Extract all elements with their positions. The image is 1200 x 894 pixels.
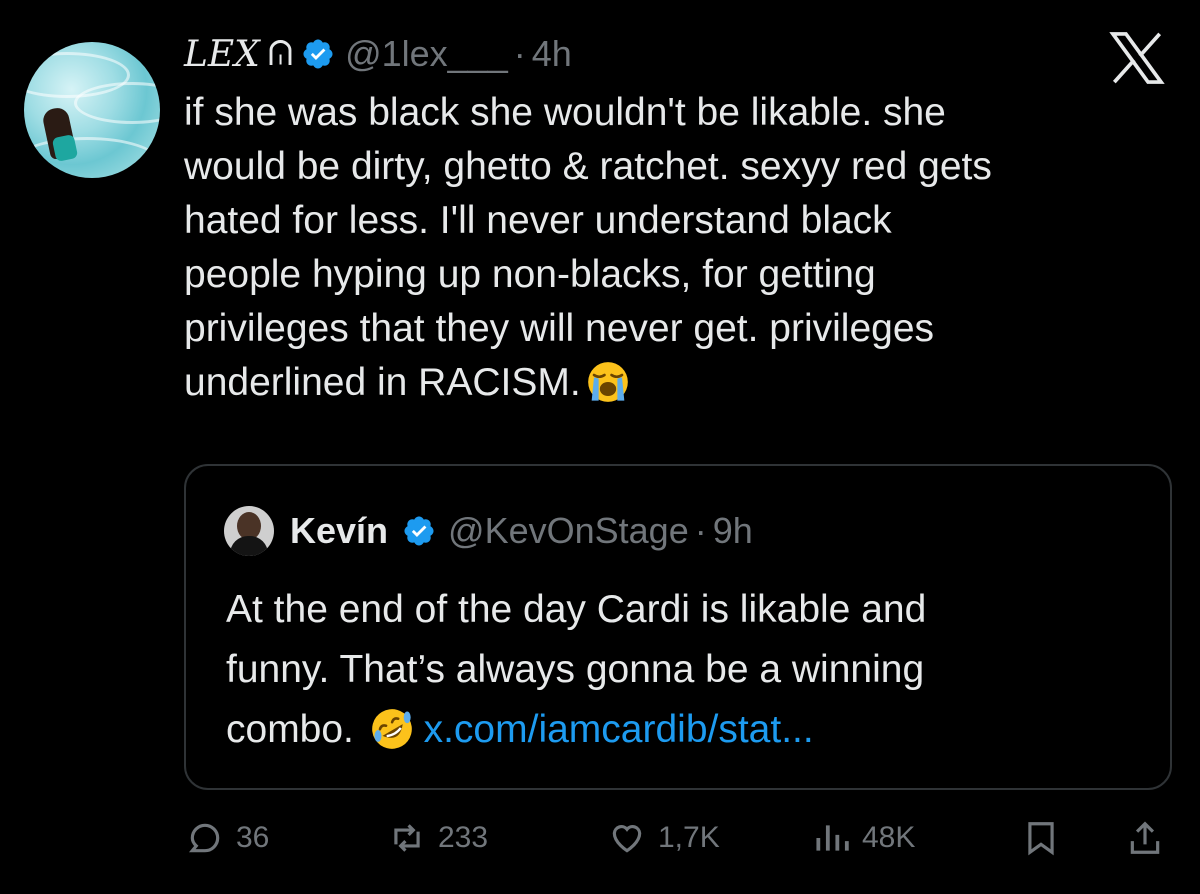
quoted-author-handle[interactable]: @KevOnStage (448, 510, 689, 552)
views-count: 48K (862, 821, 916, 854)
repost-icon (394, 824, 420, 852)
views-button[interactable]: 48K (812, 818, 915, 858)
share-button[interactable] (1126, 818, 1176, 858)
quoted-author-avatar[interactable] (224, 506, 274, 556)
heart-icon (612, 825, 642, 853)
tweet-text-content: if she was black she wouldn't be likable… (184, 91, 992, 404)
x-logo-icon (1109, 32, 1165, 84)
quoted-tweet-link[interactable]: x.com/iamcardib/stat... (424, 708, 814, 751)
bookmark-button[interactable] (1022, 818, 1072, 858)
separator-dot: · (513, 33, 526, 74)
tweet-header: LEX ᕬ @1lex___ · 4h (184, 28, 572, 80)
quoted-tweet-time[interactable]: 9h (713, 510, 753, 552)
repost-count: 233 (438, 821, 489, 854)
like-button[interactable]: 1,7K (608, 818, 720, 858)
tweet-text: if she was black she wouldn't be likable… (184, 86, 1174, 410)
tweet-action-bar: 36 233 1,7K 48K (0, 800, 1200, 880)
author-name[interactable]: LEX (184, 34, 260, 75)
separator-dot: · (694, 510, 707, 551)
loudly-crying-face-icon (587, 362, 628, 402)
author-name-symbol: ᕬ (267, 34, 294, 73)
reply-icon (188, 823, 220, 853)
quoted-tweet-header: Kevín @KevOnStage · 9h (290, 504, 753, 558)
quoted-tweet-text: At the end of the day Cardi is likable a… (226, 580, 1126, 760)
reply-button[interactable]: 36 (186, 818, 269, 858)
reply-count: 36 (236, 821, 270, 854)
verified-badge-icon (404, 516, 434, 546)
bookmark-icon (1028, 822, 1054, 856)
share-icon (1130, 821, 1160, 854)
author-handle[interactable]: @1lex___ (345, 33, 508, 75)
repost-button[interactable]: 233 (388, 818, 488, 858)
rolling-on-floor-laughing-icon (371, 709, 412, 749)
quoted-author-name[interactable]: Kevín (290, 510, 388, 552)
author-avatar[interactable] (24, 42, 160, 178)
tweet-time[interactable]: 4h (532, 33, 572, 75)
like-count: 1,7K (658, 821, 720, 854)
verified-badge-icon (303, 39, 333, 69)
quoted-tweet-card[interactable]: Kevín @KevOnStage · 9h At the end of the… (184, 464, 1172, 790)
views-chart-icon (816, 825, 849, 851)
